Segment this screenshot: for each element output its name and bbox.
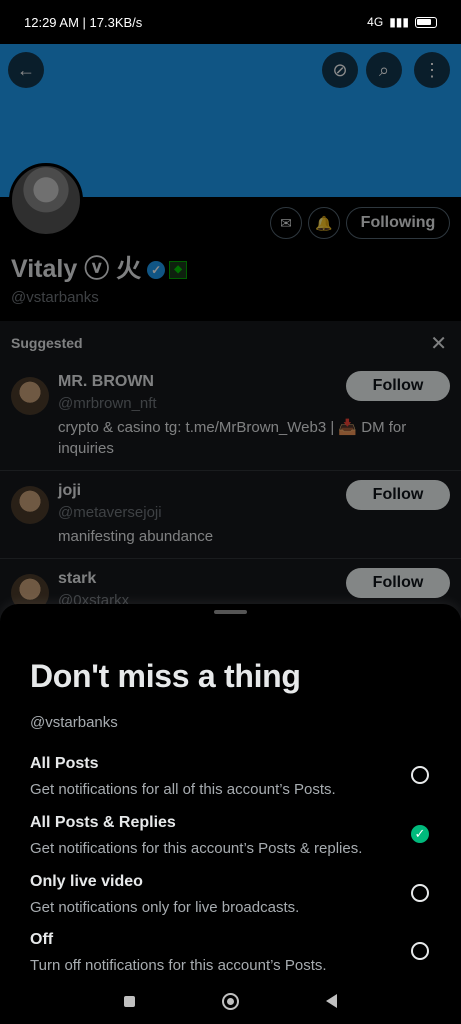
radio-unchecked-icon[interactable] <box>411 884 429 902</box>
radio-unchecked-icon[interactable] <box>411 766 429 784</box>
option-only-live-video[interactable]: Only live video Get notifications only f… <box>30 873 440 916</box>
avatar[interactable] <box>11 377 49 415</box>
suggestion-handle: @metaversejoji <box>58 504 162 521</box>
option-title: All Posts & Replies <box>30 814 176 831</box>
verified-badge-icon: ✓ <box>147 261 166 280</box>
system-nav-bar <box>0 978 461 1024</box>
suggestion-name: joji <box>58 482 82 499</box>
sheet-handle: @vstarbanks <box>30 714 118 731</box>
suggestion-name: MR. BROWN <box>58 373 154 390</box>
recents-icon[interactable] <box>123 995 135 1007</box>
display-name: Vitaly ⓥ 火 ✓ ◆ <box>11 249 188 285</box>
option-description: Get notifications for this account’s Pos… <box>30 840 363 857</box>
drag-handle[interactable] <box>214 610 247 614</box>
option-off[interactable]: Off Turn off notifications for this acco… <box>30 931 440 974</box>
option-title: Only live video <box>30 873 143 890</box>
notification-settings-sheet: Don't miss a thing @vstarbanks All Posts… <box>0 604 461 1024</box>
option-all-posts-replies[interactable]: All Posts & Replies Get notifications fo… <box>30 814 440 857</box>
option-description: Turn off notifications for this account’… <box>30 957 327 974</box>
suggestion-bio: manifesting abundance <box>58 528 214 545</box>
suggested-panel: Suggested ✕ MR. BROWN @mrbrown_nft crypt… <box>0 321 461 621</box>
back-triangle-icon[interactable] <box>326 994 338 1008</box>
bell-icon: 🔔 <box>315 214 333 231</box>
sheet-title: Don't miss a thing <box>30 658 301 694</box>
avatar[interactable] <box>11 486 49 524</box>
message-button[interactable]: ✉ <box>270 207 302 239</box>
search-button[interactable]: ⌕ <box>366 52 402 88</box>
radio-unchecked-icon[interactable] <box>411 942 429 960</box>
option-description: Get notifications for all of this accoun… <box>30 781 336 798</box>
profile-handle: @vstarbanks <box>11 289 99 306</box>
more-button[interactable]: ⋮ <box>414 52 450 88</box>
following-button[interactable]: Following <box>346 207 450 239</box>
signal-icon: ▮▮▮ <box>389 15 409 29</box>
profile-header: ✉ 🔔 Following Vitaly ⓥ 火 ✓ ◆ @vstarbanks <box>0 163 461 321</box>
arrow-left-icon: ← <box>17 59 35 80</box>
search-icon: ⌕ <box>378 59 390 80</box>
avatar[interactable] <box>9 163 83 237</box>
more-vertical-icon: ⋮ <box>423 59 441 80</box>
suggestion-bio: crypto & casino tg: t.me/MrBrown_Web3 | … <box>58 419 407 457</box>
option-title: All Posts <box>30 755 99 772</box>
battery-icon <box>415 16 437 28</box>
status-bar: 12:29 AM | 17.3KB/s 4G ▮▮▮ <box>0 0 461 44</box>
grok-button[interactable]: ⊘ <box>322 52 358 88</box>
affiliate-badge-icon: ◆ <box>169 261 188 280</box>
status-icons: 4G ▮▮▮ <box>367 15 437 29</box>
option-all-posts[interactable]: All Posts Get notifications for all of t… <box>30 755 440 798</box>
option-title: Off <box>30 931 54 948</box>
mail-icon: ✉ <box>280 214 292 231</box>
suggestion-handle: @mrbrown_nft <box>58 395 157 412</box>
network-label: 4G <box>367 15 384 29</box>
home-icon[interactable] <box>221 992 239 1010</box>
close-icon[interactable]: ✕ <box>430 331 447 356</box>
divider <box>0 470 461 471</box>
grok-icon: ⊘ <box>332 59 348 80</box>
follow-button[interactable]: Follow <box>346 371 450 401</box>
divider <box>0 558 461 559</box>
follow-button[interactable]: Follow <box>346 568 450 598</box>
notifications-button[interactable]: 🔔 <box>308 207 340 239</box>
suggestion-name: stark <box>58 570 97 587</box>
option-description: Get notifications only for live broadcas… <box>30 899 300 916</box>
suggested-title: Suggested <box>11 335 83 351</box>
back-button[interactable]: ← <box>8 52 44 88</box>
display-name-text: Vitaly ⓥ 火 <box>11 255 142 283</box>
status-time: 12:29 AM | 17.3KB/s <box>24 14 143 30</box>
follow-button[interactable]: Follow <box>346 480 450 510</box>
radio-checked-icon[interactable]: ✓ <box>411 825 429 843</box>
